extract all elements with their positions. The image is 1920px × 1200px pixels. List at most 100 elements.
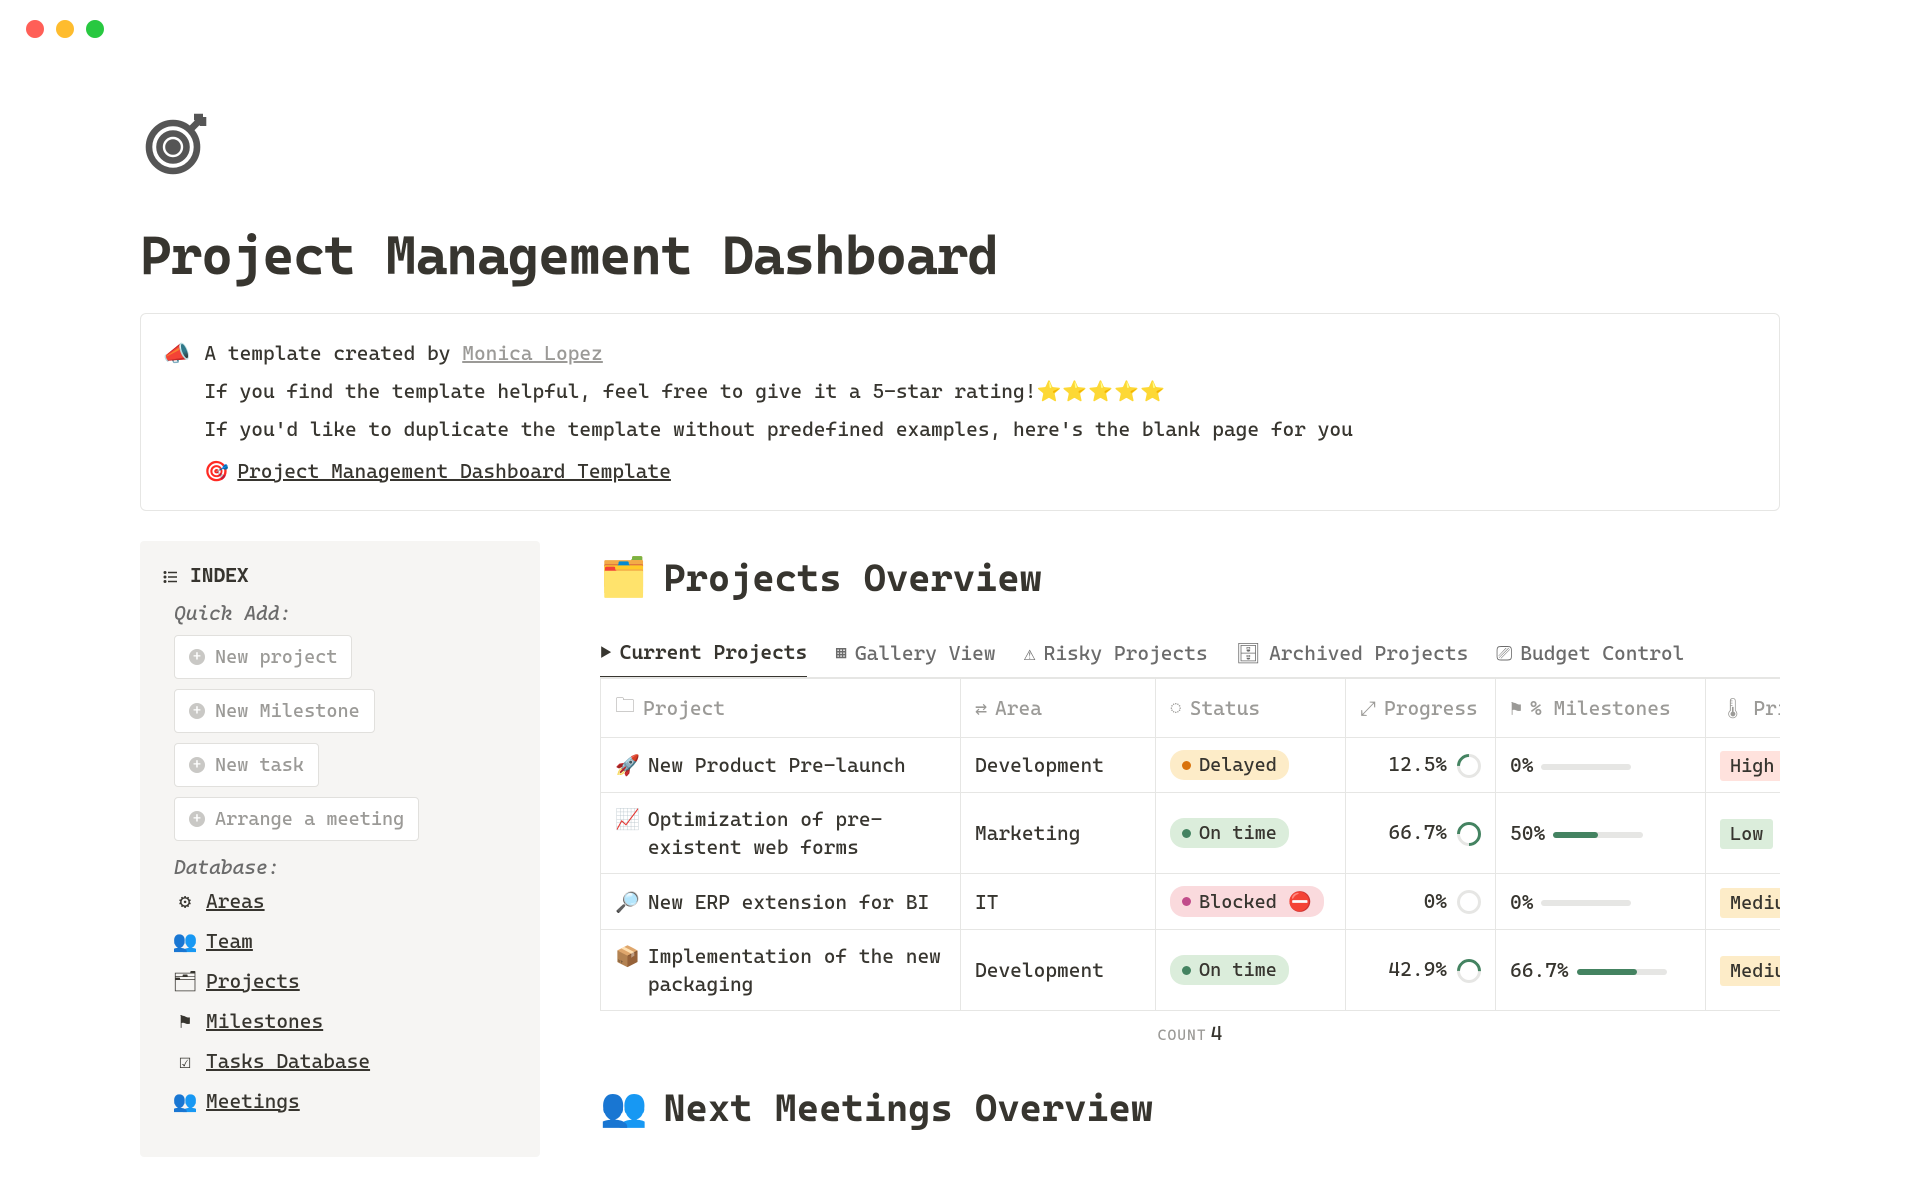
thermometer-icon: 🌡 <box>1720 696 1745 720</box>
priority-badge: Low <box>1720 819 1773 849</box>
status-badge: On time <box>1170 955 1289 985</box>
project-emoji-icon: 🔎 <box>615 888 640 916</box>
minimize-window-icon[interactable] <box>56 20 74 38</box>
index-sidebar: INDEX Quick Add: +New project + New Miles… <box>140 541 540 1157</box>
col-status[interactable]: ◌Status <box>1156 679 1346 738</box>
db-areas[interactable]: ⚙Areas <box>174 889 518 913</box>
tab-gallery-view[interactable]: ▦Gallery View <box>835 640 995 677</box>
progress-ring-icon <box>1452 817 1486 851</box>
meeting-icon: 👥 <box>174 1089 196 1113</box>
project-emoji-icon: 🚀 <box>615 751 640 779</box>
cell-progress: 12.5% <box>1346 738 1496 793</box>
cell-progress: 42.9% <box>1346 930 1496 1011</box>
sitemap-icon: ⚙ <box>174 889 196 913</box>
stars-icon: ⭐⭐⭐⭐⭐ <box>1036 379 1166 403</box>
next-meetings-heading: 👥 Next Meetings Overview <box>600 1085 1780 1130</box>
milestone-bar <box>1541 764 1631 770</box>
arrange-meeting-button[interactable]: +Arrange a meeting <box>174 797 419 841</box>
callout-prefix: A template created by <box>204 341 462 365</box>
list-icon <box>162 563 180 587</box>
flag-icon: ⚑ <box>174 1009 196 1033</box>
cell-milestones: 66.7% <box>1496 930 1706 1011</box>
milestone-bar <box>1577 969 1667 975</box>
progress-ring-icon <box>1457 890 1481 914</box>
new-task-label: New task <box>215 754 304 776</box>
page-title: Project Management Dashboard <box>140 224 1780 287</box>
budget-icon: ⎚ <box>1496 641 1512 665</box>
megaphone-icon: 📣 <box>163 334 190 490</box>
callout-blank-line: If you'd like to duplicate the template … <box>204 410 1352 448</box>
close-window-icon[interactable] <box>26 20 44 38</box>
table-count: COUNT4 <box>600 1011 1780 1055</box>
new-task-button[interactable]: + New task <box>174 743 319 787</box>
target-icon: 🎯 <box>204 452 229 490</box>
cell-area: Development <box>961 930 1156 1011</box>
project-name: New ERP extension for BI <box>648 888 929 916</box>
db-projects[interactable]: 🗂Projects <box>174 969 518 993</box>
play-icon: ▶ <box>600 640 612 664</box>
table-row[interactable]: 📦Implementation of the new packagingDeve… <box>601 930 1781 1011</box>
cell-area: Development <box>961 738 1156 793</box>
tab-budget-control[interactable]: ⎚Budget Control <box>1496 640 1684 677</box>
cell-progress: 0% <box>1346 874 1496 930</box>
chart-icon: ⤢ <box>1360 696 1376 720</box>
cell-milestones: 0% <box>1496 874 1706 930</box>
cell-area: IT <box>961 874 1156 930</box>
new-milestone-label: New Milestone <box>215 700 360 722</box>
col-milestones[interactable]: ⚑% Milestones <box>1496 679 1706 738</box>
status-dot-icon <box>1182 897 1191 906</box>
checklist-icon: ☑ <box>174 1049 196 1073</box>
col-progress[interactable]: ⤢Progress <box>1346 679 1496 738</box>
gallery-icon: ▦ <box>835 641 847 665</box>
window-traffic-lights <box>0 0 1920 58</box>
status-dot-icon <box>1182 761 1191 770</box>
alert-icon: ⚠ <box>1024 641 1036 665</box>
col-area[interactable]: ⇄Area <box>961 679 1156 738</box>
quick-add-label: Quick Add: <box>174 601 518 625</box>
cell-progress: 66.7% <box>1346 793 1496 874</box>
priority-badge: Medium <box>1720 888 1780 918</box>
project-name: Optimization of pre-existent web forms <box>648 805 946 861</box>
archive-icon: 🗄 <box>1236 641 1261 665</box>
page-target-icon <box>140 108 1780 196</box>
priority-badge: High <box>1720 751 1780 781</box>
new-project-button[interactable]: +New project <box>174 635 352 679</box>
relation-icon: ⇄ <box>975 696 987 720</box>
table-row[interactable]: 🔎New ERP extension for BIITBlocked ⛔0%0%… <box>601 874 1781 930</box>
db-milestones[interactable]: ⚑Milestones <box>174 1009 518 1033</box>
plus-icon: + <box>189 703 205 719</box>
author-link[interactable]: Monica Lopez <box>462 341 603 365</box>
plus-icon: + <box>189 757 205 773</box>
status-icon: ◌ <box>1170 696 1182 720</box>
col-project[interactable]: 🗀Project <box>601 679 961 738</box>
project-name: New Product Pre-launch <box>648 751 906 779</box>
database-label: Database: <box>174 855 518 879</box>
db-tasks[interactable]: ☑Tasks Database <box>174 1049 518 1073</box>
cell-milestones: 0% <box>1496 738 1706 793</box>
db-meetings[interactable]: 👥Meetings <box>174 1089 518 1113</box>
cell-area: Marketing <box>961 793 1156 874</box>
maximize-window-icon[interactable] <box>86 20 104 38</box>
status-dot-icon <box>1182 829 1191 838</box>
status-dot-icon <box>1182 966 1191 975</box>
status-badge: Delayed <box>1170 750 1289 780</box>
index-title: INDEX <box>190 563 249 587</box>
project-emoji-icon: 📈 <box>615 805 640 833</box>
folder-icon: 🗂 <box>174 969 196 993</box>
project-emoji-icon: 📦 <box>615 942 640 970</box>
plus-icon: + <box>189 811 205 827</box>
tab-archived-projects[interactable]: 🗄Archived Projects <box>1236 640 1469 677</box>
cell-milestones: 50% <box>1496 793 1706 874</box>
table-row[interactable]: 🚀 New Product Pre-launch Development Delaye… <box>601 738 1781 793</box>
new-milestone-button[interactable]: + New Milestone <box>174 689 375 733</box>
plus-icon: + <box>189 649 205 665</box>
tab-current-projects[interactable]: ▶Current Projects <box>600 640 807 678</box>
col-priority[interactable]: 🌡Prior <box>1706 679 1781 738</box>
tab-risky-projects[interactable]: ⚠Risky Projects <box>1024 640 1208 677</box>
callout-rating-line: If you find the template helpful, feel f… <box>204 379 1036 403</box>
db-team[interactable]: 👥Team <box>174 929 518 953</box>
template-link[interactable]: Project Management Dashboard Template <box>237 452 671 490</box>
projects-overview-heading: 🗂️ Projects Overview <box>600 555 1780 600</box>
table-row[interactable]: 📈 Optimization of pre-existent web forms M… <box>601 793 1781 874</box>
milestone-bar <box>1553 832 1643 838</box>
